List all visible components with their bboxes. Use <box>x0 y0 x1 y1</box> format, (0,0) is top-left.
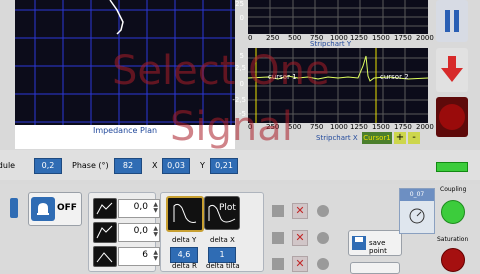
alarm-toggle-label: OFF <box>57 203 77 213</box>
plot-button[interactable]: Plot <box>204 196 240 230</box>
arrow-down-icon <box>441 56 463 82</box>
saturation-led <box>441 248 465 272</box>
delta-y-label: delta Y <box>172 236 197 244</box>
delta-r-label: delta R <box>172 262 197 270</box>
offset-value: 0,0 <box>133 202 148 212</box>
filter-icon <box>93 246 117 267</box>
overlay-line-2: Signal <box>170 104 293 150</box>
row-1-square[interactable] <box>272 205 284 217</box>
strip-y-xtick: 1250 <box>350 34 368 42</box>
strip-y-xtick: 2000 <box>416 34 434 42</box>
alarm-toggle[interactable]: OFF <box>28 192 82 226</box>
y-label: Y <box>200 161 205 170</box>
strip-y-xtick: 1500 <box>372 34 390 42</box>
bell-icon <box>31 197 55 221</box>
stripchart-y[interactable] <box>248 0 428 34</box>
save-point-button[interactable]: save point <box>348 230 402 256</box>
down-button[interactable] <box>436 48 468 92</box>
filter-spinner[interactable]: 6 ▲ ▼ <box>118 247 160 266</box>
strip-y-xtick: 1750 <box>394 34 412 42</box>
strip-y-xtick: 500 <box>288 34 302 42</box>
strip-y-tick: 25 <box>235 0 244 8</box>
readout-strip: Module 0,2 Phase (°) 82 X 0,03 Y 0,21 <box>0 150 480 180</box>
strip-x-xtick: 1000 <box>330 123 348 131</box>
delta-tilta-label: delta tilta <box>206 262 240 270</box>
stripchart-x-label: Stripchart X <box>316 134 358 142</box>
strip-y-xtick: 0 <box>248 34 253 42</box>
coupling-label: Coupling <box>440 186 467 193</box>
row-2-delete-button[interactable]: ✕ <box>292 230 308 246</box>
strip-x-tick: -2,5 <box>232 96 246 104</box>
cursor-2-label: cursor 2 <box>380 73 409 81</box>
row-1-led <box>317 205 329 217</box>
x-value: 0,03 <box>162 158 190 174</box>
scroll-tab[interactable] <box>10 198 18 218</box>
gain-spinner[interactable]: 0,0 ▲ ▼ <box>118 223 160 242</box>
zoom-icon <box>409 208 425 224</box>
row-3-led <box>317 258 329 270</box>
row-2-square[interactable] <box>272 232 284 244</box>
cursor-minus-button[interactable]: - <box>408 132 420 144</box>
strip-y-tick: 0 <box>239 14 244 22</box>
module-value: 0,2 <box>34 158 62 174</box>
filter-value: 6 <box>142 250 148 260</box>
module-label: Module <box>0 161 16 170</box>
cursor-plus-button[interactable]: + <box>394 132 406 144</box>
save-point-label: save point <box>369 239 387 255</box>
row-1-delete-button[interactable]: ✕ <box>292 203 308 219</box>
cursor-select[interactable]: Cursor1 <box>362 132 392 144</box>
delta-x-value: 1 <box>208 247 236 263</box>
plot-label: Plot <box>219 203 236 213</box>
strip-x-xtick: 1750 <box>394 123 412 131</box>
delta-plot-icon[interactable] <box>166 196 204 232</box>
pause-icon <box>445 10 459 32</box>
coupling-led <box>441 200 465 224</box>
saturation-label: Saturation <box>437 236 469 243</box>
row-3-square[interactable] <box>272 258 284 270</box>
phase-label: Phase (°) <box>72 161 109 170</box>
strip-x-xtick: 750 <box>310 123 324 131</box>
offset-spinner[interactable]: 0,0 ▲ ▼ <box>118 199 160 218</box>
record-button[interactable] <box>436 97 468 137</box>
strip-y-xtick: 250 <box>266 34 280 42</box>
strip-x-xtick: 1250 <box>350 123 368 131</box>
x-label: X <box>152 161 158 170</box>
status-indicator <box>436 162 468 172</box>
save-icon <box>352 236 366 250</box>
zoom-label: 0_07 <box>400 189 434 201</box>
record-icon <box>439 104 465 130</box>
pause-button[interactable] <box>436 0 468 42</box>
row-2-led <box>317 232 329 244</box>
secondary-button[interactable] <box>350 262 400 274</box>
gain-value: 0,0 <box>133 226 148 236</box>
zoom-panel[interactable]: 0_07 <box>399 188 435 234</box>
y-value: 0,21 <box>210 158 238 174</box>
strip-x-xtick: 1500 <box>372 123 390 131</box>
offset-icon <box>93 198 117 219</box>
strip-x-xtick: 2000 <box>416 123 434 131</box>
delta-x-label: delta X <box>210 236 235 244</box>
delta-y-value: 4,6 <box>170 247 198 263</box>
gain-icon <box>93 222 117 243</box>
stripchart-y-label: Stripchart Y <box>310 40 352 48</box>
phase-value: 82 <box>114 158 142 174</box>
overlay-line-1: Select One <box>112 48 330 94</box>
